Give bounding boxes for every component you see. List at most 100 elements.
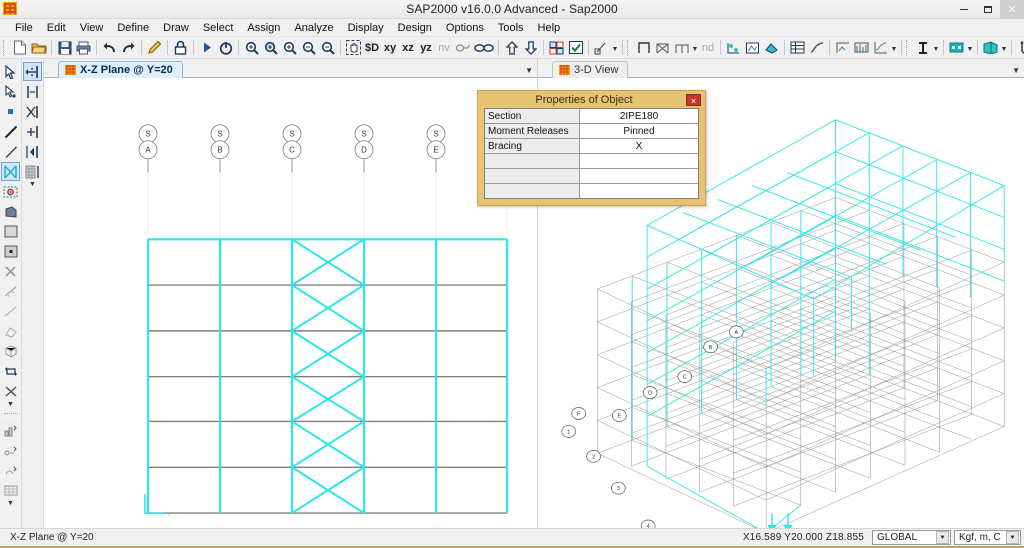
clear-selection-icon[interactable] <box>1 382 20 401</box>
assign-mesh-icon[interactable] <box>1 481 20 500</box>
toolbar-grip[interactable] <box>3 413 18 418</box>
chevron-down-icon[interactable]: ▼ <box>936 531 949 544</box>
zoom-full-icon[interactable] <box>299 38 318 57</box>
chevron-down-icon[interactable]: ▼ <box>525 66 533 75</box>
chevron-down-icon[interactable]: ▼ <box>890 38 898 57</box>
canvas-xz-plane[interactable]: SA SB SC SD SE SF <box>44 78 537 528</box>
snap-to-intersections-icon[interactable] <box>23 102 42 121</box>
print-icon[interactable] <box>74 38 93 57</box>
pointer-select-icon[interactable] <box>1 62 20 81</box>
draw-rect-area-solid-icon[interactable] <box>1 222 20 241</box>
snap-to-joints-icon[interactable] <box>23 62 42 81</box>
menu-display[interactable]: Display <box>341 21 391 35</box>
chevron-down-icon[interactable]: ▼ <box>691 38 699 57</box>
show-tables-icon[interactable] <box>788 38 807 57</box>
properties-of-object-dialog[interactable]: Properties of Object × Section 2IPE180 M… <box>477 90 706 206</box>
view-nv-button[interactable]: nv <box>435 38 453 57</box>
run-analysis-icon[interactable] <box>197 38 216 57</box>
draw-portal-frame-icon[interactable] <box>672 38 691 57</box>
menu-design[interactable]: Design <box>391 21 439 35</box>
open-file-icon[interactable] <box>29 38 48 57</box>
draw-point-icon[interactable] <box>1 102 20 121</box>
menu-draw[interactable]: Draw <box>156 21 196 35</box>
draw-poly-area-icon[interactable] <box>1 202 20 221</box>
snap-to-perpendicular-icon[interactable] <box>23 122 42 141</box>
property-value[interactable]: X <box>580 139 698 153</box>
view-xz-button[interactable]: xz <box>399 38 417 57</box>
hinge-assign-icon[interactable] <box>1015 38 1024 57</box>
draw-frame-line-icon[interactable] <box>1 122 20 141</box>
snap-to-grid-icon[interactable] <box>23 162 42 181</box>
toolbar-grip[interactable] <box>627 39 631 56</box>
show-grid-icon[interactable] <box>547 38 566 57</box>
zoom-box-icon[interactable] <box>242 38 261 57</box>
chevron-down-icon[interactable]: ▼ <box>1000 38 1008 57</box>
tab-xz-plane[interactable]: X-Z Plane @ Y=20 <box>58 61 183 78</box>
table-row[interactable] <box>485 184 698 198</box>
property-value[interactable]: Pinned <box>580 124 698 138</box>
section-cut-icon[interactable] <box>592 38 611 57</box>
close-button[interactable]: ✕ <box>1000 0 1024 19</box>
zoom-in-icon[interactable] <box>261 38 280 57</box>
menu-define[interactable]: Define <box>110 21 156 35</box>
material-properties-icon[interactable] <box>947 38 966 57</box>
chevron-down-icon[interactable]: ▼ <box>7 500 14 509</box>
chevron-down-icon[interactable]: ▼ <box>7 401 14 410</box>
pan-hand-icon[interactable] <box>344 38 363 57</box>
check-option-icon[interactable] <box>566 38 585 57</box>
units-dropdown[interactable]: Kgf, m, C ▼ <box>954 530 1021 545</box>
menu-select[interactable]: Select <box>196 21 241 35</box>
assign-frame-icon[interactable] <box>743 38 762 57</box>
undo-icon[interactable] <box>100 38 119 57</box>
draw-section-cut-icon[interactable] <box>1 262 20 281</box>
draw-area-point-icon[interactable] <box>1 242 20 261</box>
dialog-close-button[interactable]: × <box>686 93 701 106</box>
table-row[interactable]: Bracing X <box>485 139 698 154</box>
property-value[interactable] <box>580 184 698 198</box>
rotate-3d-view-icon[interactable] <box>472 38 495 57</box>
menu-view[interactable]: View <box>73 21 111 35</box>
property-value[interactable]: 2IPE180 <box>580 109 698 123</box>
restore-button[interactable] <box>976 0 1000 19</box>
table-row[interactable]: Section 2IPE180 <box>485 109 698 124</box>
lock-icon[interactable] <box>171 38 190 57</box>
nd-button[interactable]: nd <box>699 38 717 57</box>
zoom-out-icon[interactable] <box>318 38 337 57</box>
chevron-down-icon[interactable]: ▼ <box>1006 531 1019 544</box>
section-properties-icon[interactable] <box>913 38 932 57</box>
move-up-icon[interactable] <box>502 38 521 57</box>
coord-system-dropdown[interactable]: GLOBAL ▼ <box>872 530 951 545</box>
perspective-toggle-icon[interactable] <box>453 38 472 57</box>
table-row[interactable]: Moment Releases Pinned <box>485 124 698 139</box>
toolbar-grip[interactable] <box>906 39 910 56</box>
draw-braced-frame-icon[interactable] <box>653 38 672 57</box>
save-icon[interactable] <box>55 38 74 57</box>
menu-analyze[interactable]: Analyze <box>287 21 340 35</box>
cycle-refresh-icon[interactable] <box>1 362 20 381</box>
tab-3d-view[interactable]: 3-D View <box>552 61 629 78</box>
snap-to-object-icon[interactable] <box>1 322 20 341</box>
assign-area-icon[interactable] <box>762 38 781 57</box>
minimize-button[interactable] <box>952 0 976 19</box>
menu-options[interactable]: Options <box>439 21 491 35</box>
view-xy-button[interactable]: xy <box>381 38 399 57</box>
quick-draw-braced-frame-icon[interactable] <box>1 162 20 181</box>
load-patterns-icon[interactable] <box>981 38 1000 57</box>
menu-tools[interactable]: Tools <box>491 21 531 35</box>
chevron-down-icon[interactable]: ▼ <box>611 38 619 57</box>
toolbar-grip[interactable] <box>3 39 7 56</box>
snap-to-lines-icon[interactable] <box>23 142 42 161</box>
view-yz-button[interactable]: yz <box>417 38 435 57</box>
table-row[interactable] <box>485 169 698 184</box>
draw-frame-icon[interactable] <box>634 38 653 57</box>
stress-diagram-icon[interactable] <box>852 38 871 57</box>
menu-edit[interactable]: Edit <box>40 21 73 35</box>
new-file-icon[interactable] <box>10 38 29 57</box>
rerun-analysis-icon[interactable] <box>216 38 235 57</box>
assign-area-load-icon[interactable] <box>1 461 20 480</box>
menu-help[interactable]: Help <box>531 21 568 35</box>
move-down-icon[interactable] <box>521 38 540 57</box>
assign-joint-load-icon[interactable] <box>1 421 20 440</box>
chevron-down-icon[interactable]: ▼ <box>932 38 940 57</box>
set-display-options-icon[interactable]: $D <box>363 38 381 57</box>
